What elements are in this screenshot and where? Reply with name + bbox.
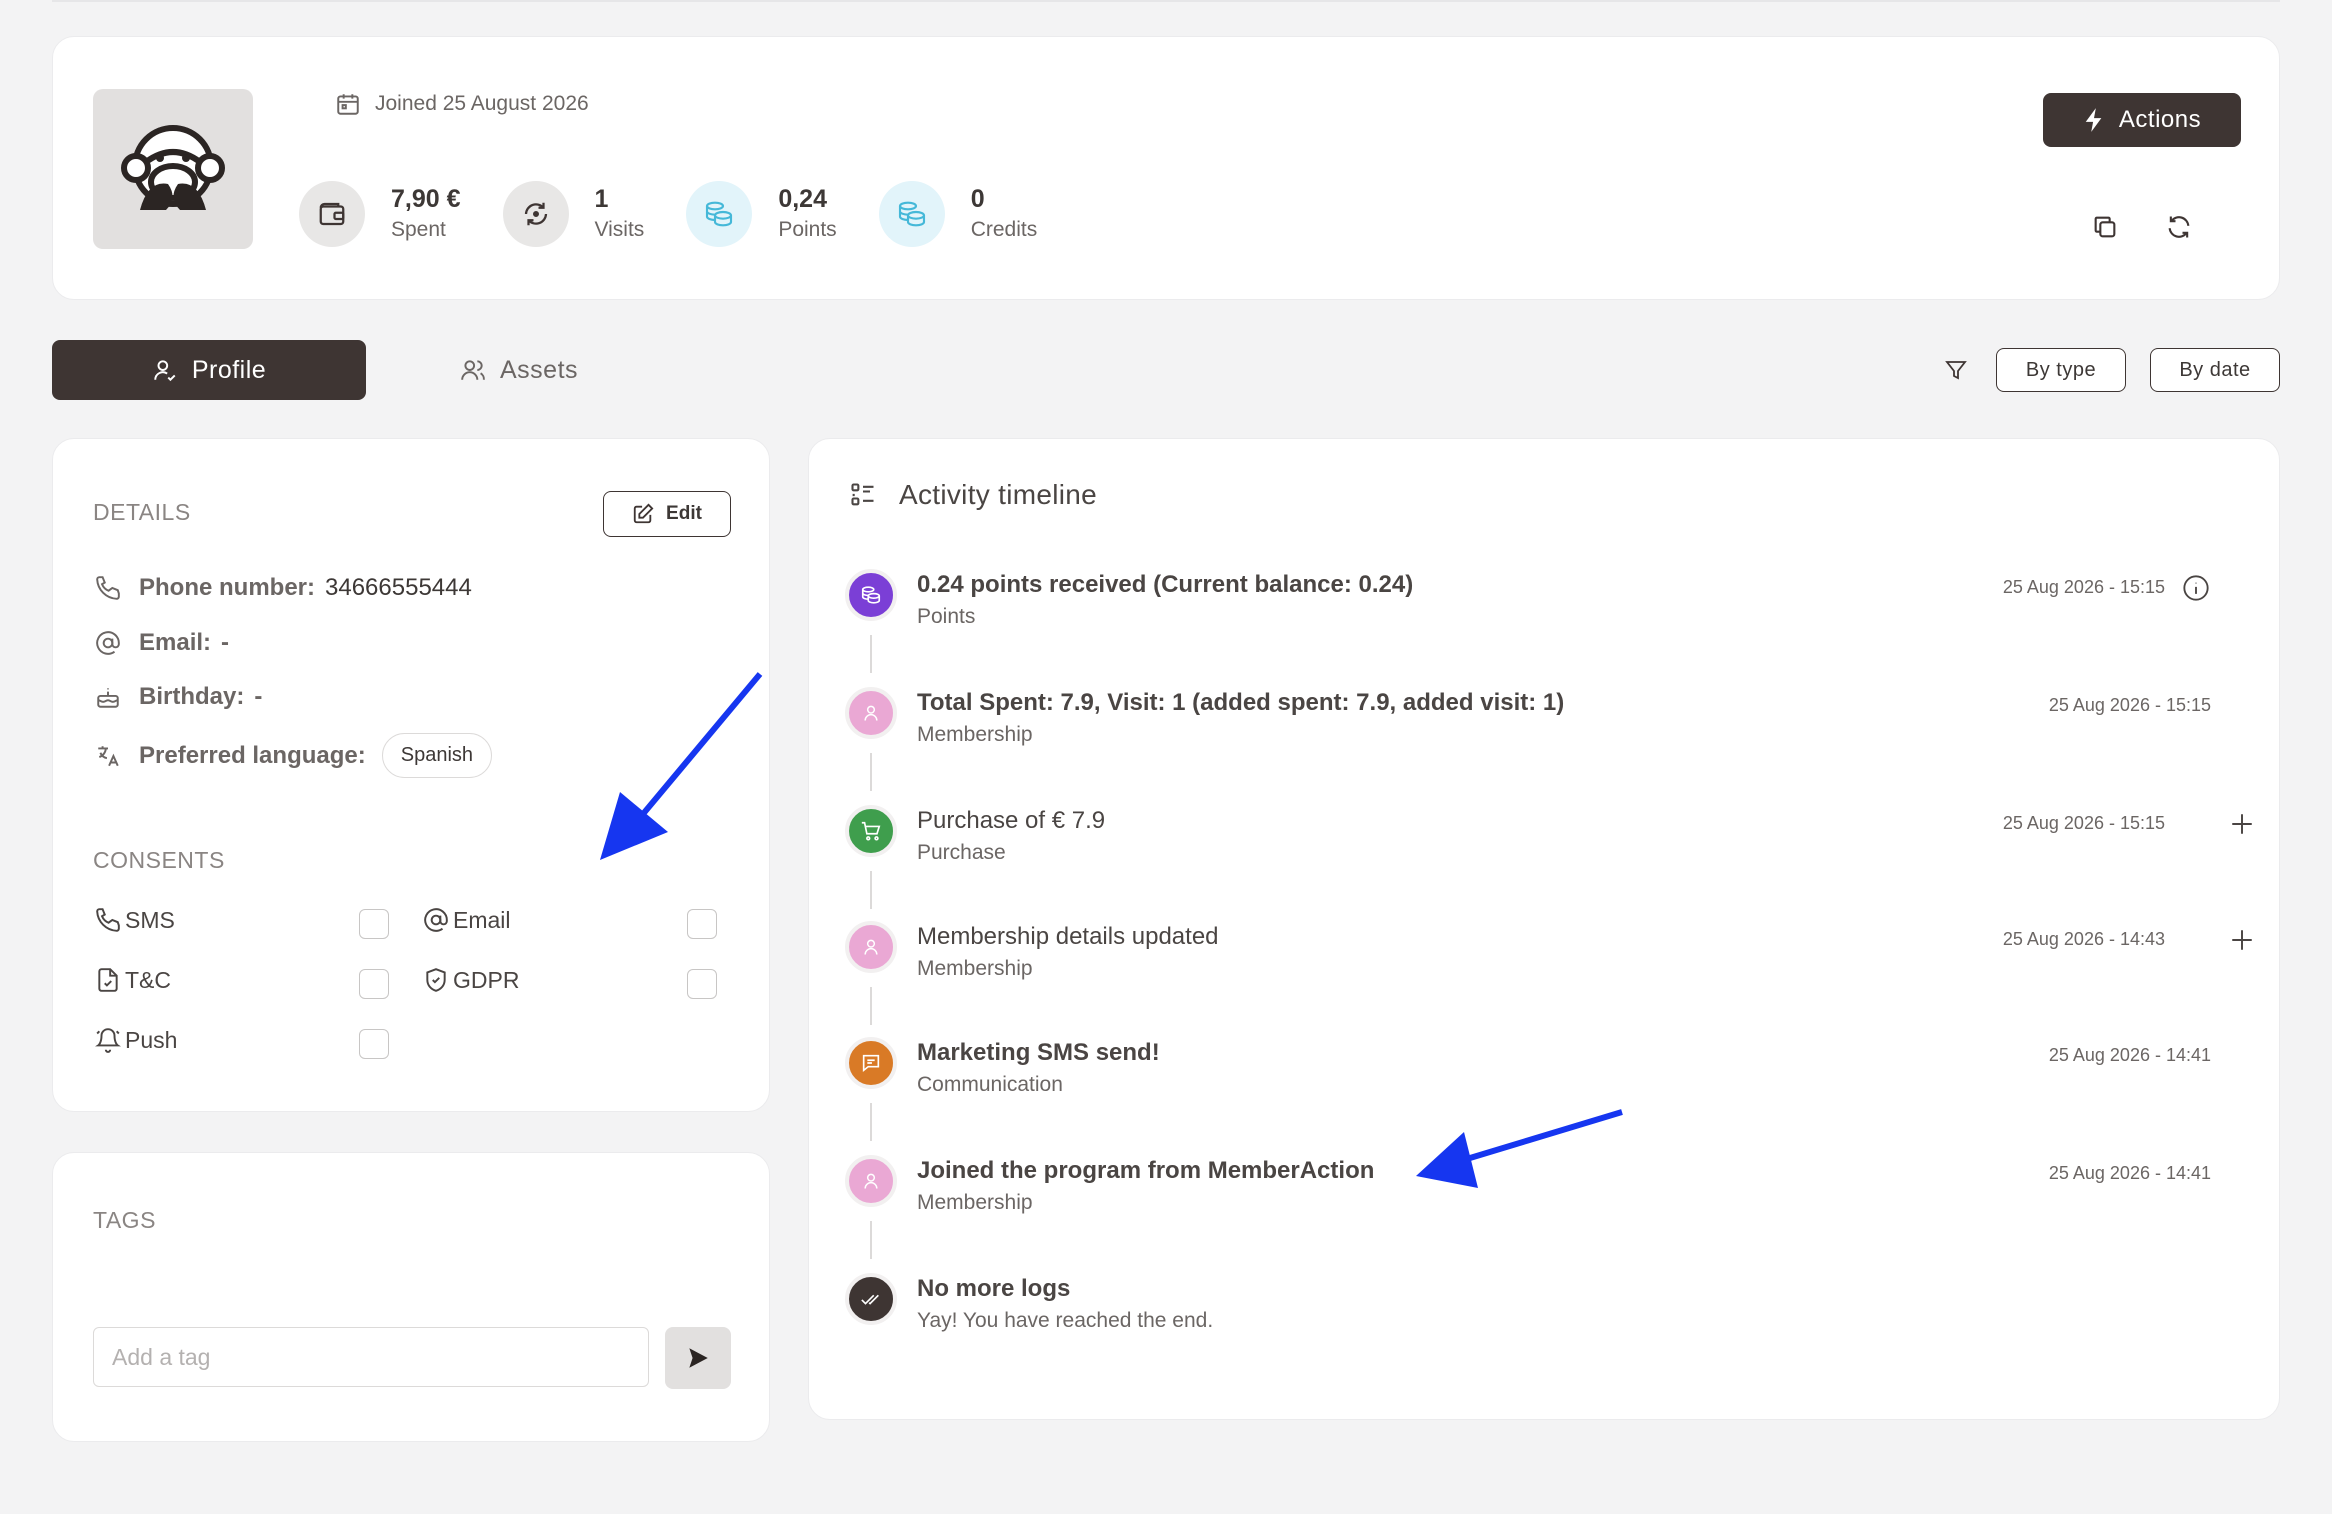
user-check-icon	[154, 360, 176, 382]
annotation-arrow	[1416, 1109, 1623, 1188]
stat-visits: 1 Visits	[502, 181, 644, 247]
consent-gdpr-checkbox[interactable]	[687, 969, 717, 999]
list-icon	[851, 483, 874, 506]
coins-icon	[878, 181, 945, 247]
timeline-connector	[870, 753, 872, 791]
consent-push-checkbox[interactable]	[359, 1029, 389, 1059]
filter-icon[interactable]	[1940, 354, 1972, 386]
at-icon	[421, 905, 451, 935]
by-date-button[interactable]: By date	[2150, 348, 2280, 392]
consent-sms: SMS	[93, 905, 175, 935]
wallet-icon	[299, 181, 365, 247]
timeline-item: Total Spent: 7.9, Visit: 1 (added spent:…	[809, 687, 2281, 763]
lightning-icon	[2085, 108, 2102, 132]
activity-timeline-card: Activity timeline 0.24 points received (…	[808, 438, 2280, 1420]
monkey-avatar-icon	[121, 125, 225, 210]
tags-card: TAGS	[52, 1152, 770, 1442]
timeline-title: Activity timeline	[849, 479, 1097, 511]
users-icon	[461, 360, 485, 380]
timeline-item-end: No more logs Yay! You have reached the e…	[809, 1273, 2281, 1349]
avatar	[93, 89, 253, 249]
member-header-card: Joined 25 August 2026 7,90 € Spent 1 Vis…	[52, 36, 2280, 300]
timeline-connector	[870, 1221, 872, 1259]
stat-credits: 0 Credits	[878, 181, 1037, 247]
at-icon	[93, 628, 123, 658]
consent-email-checkbox[interactable]	[687, 909, 717, 939]
send-icon	[689, 1348, 708, 1368]
consent-email: Email	[421, 905, 511, 935]
email-row: Email: -	[93, 628, 229, 658]
stat-points: 0,24 Points	[686, 181, 837, 247]
refresh-icon[interactable]	[2161, 209, 2197, 245]
plus-icon[interactable]	[2227, 809, 2257, 839]
shield-check-icon	[421, 965, 451, 995]
plus-icon[interactable]	[2227, 925, 2257, 955]
timeline-item: Purchase of € 7.9 Purchase 25 Aug 2026 -…	[809, 805, 2281, 881]
timeline-connector	[870, 1103, 872, 1141]
tags-title: TAGS	[93, 1207, 156, 1233]
consents-title: CONSENTS	[93, 847, 225, 873]
language-badge: Spanish	[381, 733, 493, 778]
consent-sms-checkbox[interactable]	[359, 909, 389, 939]
timeline-item: 0.24 points received (Current balance: 0…	[809, 569, 2281, 645]
calendar-icon	[337, 94, 359, 115]
edit-button[interactable]: Edit	[603, 491, 731, 537]
bell-icon	[93, 1025, 123, 1055]
timeline-item: Membership details updated Membership 25…	[809, 921, 2281, 997]
timeline-connector	[870, 635, 872, 673]
user-icon	[845, 687, 897, 739]
actions-button[interactable]: Actions	[2043, 93, 2241, 147]
consent-push: Push	[93, 1025, 177, 1055]
consent-tnc-checkbox[interactable]	[359, 969, 389, 999]
info-icon[interactable]	[2181, 573, 2211, 603]
tab-profile[interactable]: Profile	[52, 340, 366, 400]
annotation-arrow	[600, 672, 763, 860]
phone-icon	[93, 905, 123, 935]
edit-icon	[633, 503, 654, 524]
consent-tnc: T&C	[93, 965, 171, 995]
copy-icon[interactable]	[2087, 209, 2123, 245]
cart-icon	[845, 805, 897, 857]
phone-row: Phone number: 34666555444	[93, 573, 472, 603]
language-row: Preferred language: Spanish	[93, 733, 493, 778]
add-tag-button[interactable]	[665, 1327, 731, 1389]
user-icon	[845, 921, 897, 973]
stat-spent: 7,90 € Spent	[299, 181, 461, 247]
coins-icon	[845, 569, 897, 621]
member-stats: 7,90 € Spent 1 Visits 0,24 Points 0 Cred…	[299, 181, 1079, 247]
timeline-connector	[870, 987, 872, 1025]
translate-icon	[93, 741, 123, 771]
tag-input[interactable]	[93, 1327, 649, 1387]
double-check-icon	[845, 1273, 897, 1325]
refresh-visits-icon	[502, 181, 569, 247]
message-icon	[845, 1037, 897, 1089]
birthday-row: Birthday: -	[93, 682, 262, 712]
timeline-connector	[870, 871, 872, 909]
user-icon	[845, 1155, 897, 1207]
joined-date: Joined 25 August 2026	[335, 91, 589, 117]
cake-icon	[93, 682, 123, 712]
coins-icon	[686, 181, 753, 247]
by-type-button[interactable]: By type	[1996, 348, 2126, 392]
document-check-icon	[93, 965, 123, 995]
top-divider	[52, 0, 2280, 2]
phone-icon	[93, 573, 123, 603]
details-title: DETAILS	[93, 499, 191, 525]
consent-gdpr: GDPR	[421, 965, 519, 995]
tab-assets[interactable]: Assets	[460, 340, 578, 400]
